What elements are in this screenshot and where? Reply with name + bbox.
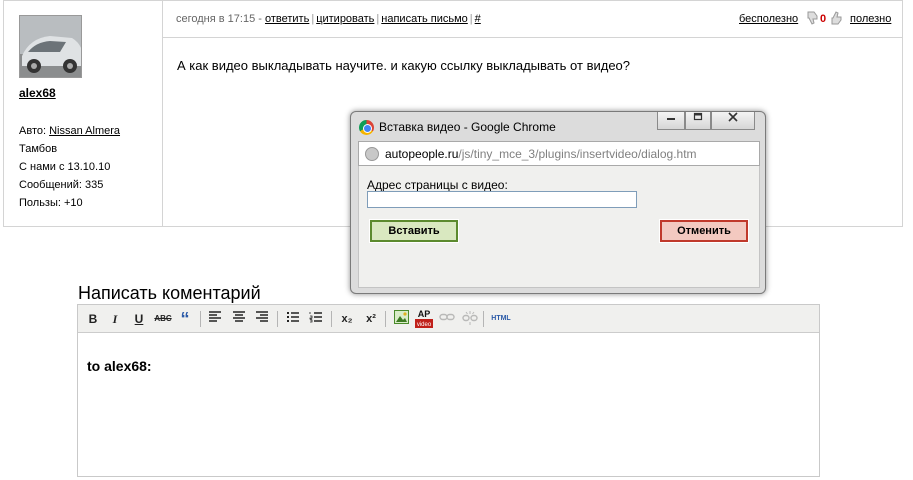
avatar[interactable] — [19, 15, 82, 78]
write-letter-link[interactable]: написать письмо — [381, 13, 468, 25]
toolbar-separator — [331, 311, 332, 327]
editor-toolbar: B I U ABC “ x₂ x² AP video HTML — [78, 305, 819, 333]
post-date: сегодня в 17:15 - — [176, 13, 262, 25]
toolbar-separator — [200, 311, 201, 327]
address-bar: autopeople.ru/js/tiny_mce_3/plugins/inse… — [358, 141, 760, 166]
video-url-input[interactable] — [367, 191, 637, 208]
quote-link[interactable]: цитировать — [316, 13, 374, 25]
post-meta: сегодня в 17:15 - ответить | цитировать | на… — [176, 13, 481, 25]
car-info: Авто: Nissan Almera — [19, 125, 120, 137]
chrome-icon — [359, 120, 374, 135]
car-label: Авто: — [19, 125, 47, 137]
member-since: С нами с 13.10.10 — [19, 161, 111, 173]
bullet-list-icon[interactable] — [284, 310, 302, 328]
useful-link[interactable]: полезно — [850, 13, 891, 25]
post-text: А как видео выкладывать научите. и какую… — [177, 58, 631, 73]
blockquote-button[interactable]: “ — [176, 310, 194, 328]
bold-button[interactable]: B — [84, 310, 102, 328]
link-icon[interactable] — [438, 310, 456, 328]
usefulness: Пользы: +10 — [19, 197, 83, 209]
editor-content[interactable]: to alex68: — [87, 358, 152, 374]
toolbar-separator — [483, 311, 484, 327]
message-count: Сообщений: 335 — [19, 179, 104, 191]
insert-video-popup: Вставка видео - Google Chrome autopeople… — [350, 111, 766, 294]
globe-icon — [365, 147, 379, 161]
author-panel: alex68 Авто: Nissan Almera Тамбов С нами… — [4, 1, 163, 226]
insert-button[interactable]: Вставить — [369, 219, 459, 243]
dialog-content: Адрес страницы с видео: Вставить Отменит… — [358, 166, 760, 288]
toolbar-separator — [385, 311, 386, 327]
reply-link[interactable]: ответить — [265, 13, 309, 25]
superscript-button[interactable]: x² — [362, 310, 380, 328]
post-header: сегодня в 17:15 - ответить | цитировать | на… — [163, 1, 902, 38]
author-link[interactable]: alex68 — [19, 86, 56, 100]
url-path: /js/tiny_mce_3/plugins/insertvideo/dialo… — [458, 147, 697, 161]
useless-link[interactable]: бесполезно — [739, 13, 798, 25]
thumb-up-icon[interactable] — [831, 11, 843, 28]
strikethrough-button[interactable]: ABC — [152, 310, 174, 328]
align-right-icon[interactable] — [253, 310, 271, 328]
subscript-button[interactable]: x₂ — [338, 310, 356, 328]
popup-title: Вставка видео - Google Chrome — [379, 120, 556, 134]
html-source-button[interactable]: HTML — [489, 310, 513, 328]
url-host: autopeople.ru — [385, 147, 459, 161]
page-url: autopeople.ru/js/tiny_mce_3/plugins/inse… — [385, 147, 697, 161]
toolbar-separator — [277, 311, 278, 327]
svg-text:video: video — [417, 322, 432, 328]
unlink-icon[interactable] — [461, 310, 479, 328]
insert-image-icon[interactable] — [392, 310, 410, 328]
minimize-button[interactable] — [657, 112, 685, 130]
comment-title: Написать коментарий — [78, 283, 261, 303]
video-url-label: Адрес страницы с видео: — [367, 178, 508, 192]
svg-text:AP: AP — [418, 309, 431, 319]
cancel-button[interactable]: Отменить — [659, 219, 749, 243]
underline-button[interactable]: U — [130, 310, 148, 328]
maximize-button[interactable] — [685, 112, 711, 130]
permalink[interactable]: # — [475, 13, 481, 25]
thumb-down-icon[interactable] — [807, 11, 819, 28]
rating-count: 0 — [820, 13, 827, 25]
comment-editor: B I U ABC “ x₂ x² AP video HTML to alex6… — [77, 304, 820, 477]
city-info: Тамбов — [19, 143, 58, 155]
align-left-icon[interactable] — [206, 310, 224, 328]
close-button[interactable] — [711, 112, 755, 130]
numbered-list-icon[interactable] — [307, 310, 325, 328]
italic-button[interactable]: I — [106, 310, 124, 328]
car-link[interactable]: Nissan Almera — [49, 125, 120, 137]
insert-video-icon[interactable]: AP video — [413, 308, 435, 328]
align-center-icon[interactable] — [230, 310, 248, 328]
